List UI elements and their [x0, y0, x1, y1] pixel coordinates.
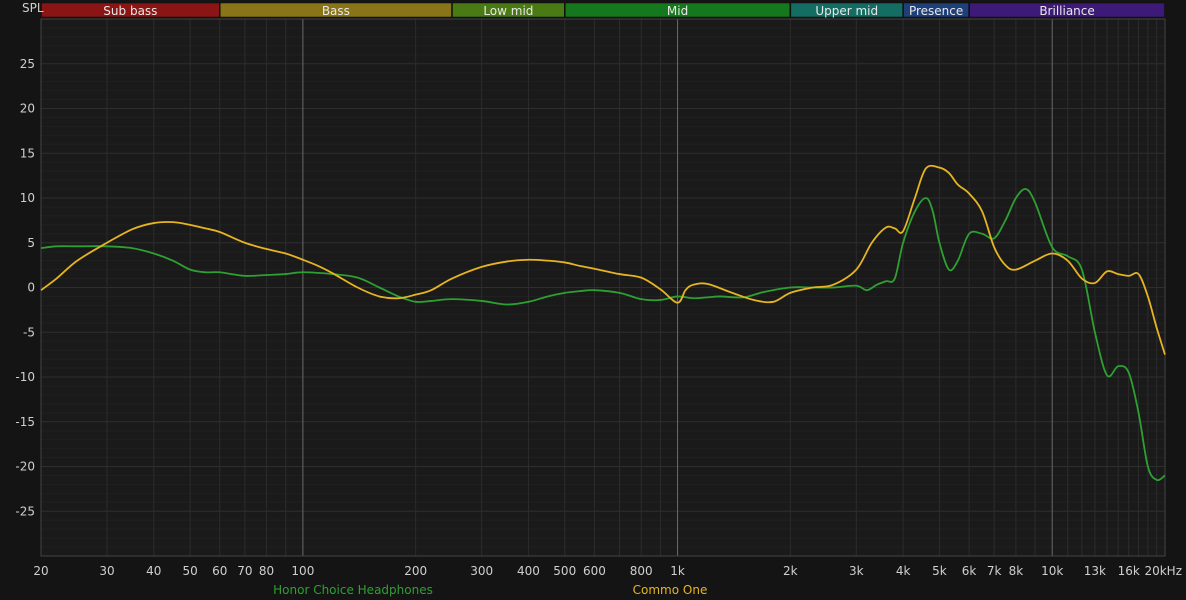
band-label: Bass — [322, 4, 350, 18]
x-tick-label: 800 — [630, 564, 653, 578]
band-label: Mid — [667, 4, 688, 18]
y-tick-label: 20 — [20, 102, 35, 116]
x-tick-label: 7k — [987, 564, 1002, 578]
band-label: Presence — [909, 4, 963, 18]
y-tick-label: -10 — [15, 370, 35, 384]
x-tick-label: 10k — [1041, 564, 1063, 578]
y-tick-label: 5 — [27, 236, 35, 250]
y-tick-label: 10 — [20, 191, 35, 205]
x-tick-label: 300 — [470, 564, 493, 578]
x-tick-label: 3k — [849, 564, 864, 578]
band-label: Upper mid — [815, 4, 878, 18]
y-tick-label: 0 — [27, 281, 35, 295]
x-tick-label: 600 — [583, 564, 606, 578]
x-tick-label: 60 — [212, 564, 227, 578]
y-tick-label: -20 — [15, 460, 35, 474]
x-tick-label: 6k — [962, 564, 977, 578]
x-tick-label: 20kHz — [1144, 564, 1182, 578]
y-axis-label: SPL — [22, 1, 44, 15]
x-tick-label: 500 — [553, 564, 576, 578]
band-label: Brilliance — [1039, 4, 1094, 18]
x-tick-label: 2k — [783, 564, 798, 578]
x-tick-label: 200 — [404, 564, 427, 578]
x-tick-label: 100 — [291, 564, 314, 578]
legend-entry: Commo One — [633, 583, 708, 597]
x-tick-label: 50 — [182, 564, 197, 578]
x-tick-label: 20 — [33, 564, 48, 578]
band-label: Low mid — [483, 4, 533, 18]
x-tick-label: 80 — [259, 564, 274, 578]
x-tick-label: 8k — [1009, 564, 1024, 578]
y-tick-label: 25 — [20, 57, 35, 71]
y-tick-label: -5 — [23, 325, 35, 339]
x-tick-label: 1k — [670, 564, 685, 578]
x-tick-label: 16k — [1118, 564, 1140, 578]
grid-minor — [41, 18, 1165, 557]
x-tick-label: 70 — [237, 564, 252, 578]
x-tick-label: 5k — [932, 564, 947, 578]
frequency-response-chart: Sub bass Bass Low mid Mid Upper mid Presence B… — [0, 0, 1186, 600]
x-tick-label: 30 — [99, 564, 114, 578]
y-tick-label: -25 — [15, 504, 35, 518]
x-tick-label: 400 — [517, 564, 540, 578]
x-tick-label: 13k — [1084, 564, 1106, 578]
band-label: Sub bass — [103, 4, 157, 18]
y-tick-label: -15 — [15, 415, 35, 429]
x-tick-label: 40 — [146, 564, 161, 578]
legend-entry: Honor Choice Headphones — [273, 583, 433, 597]
x-tick-label: 4k — [896, 564, 911, 578]
frequency-band-bar: Sub bass Bass Low mid Mid Upper mid Presence B… — [41, 2, 1165, 18]
y-tick-label: 15 — [20, 146, 35, 160]
